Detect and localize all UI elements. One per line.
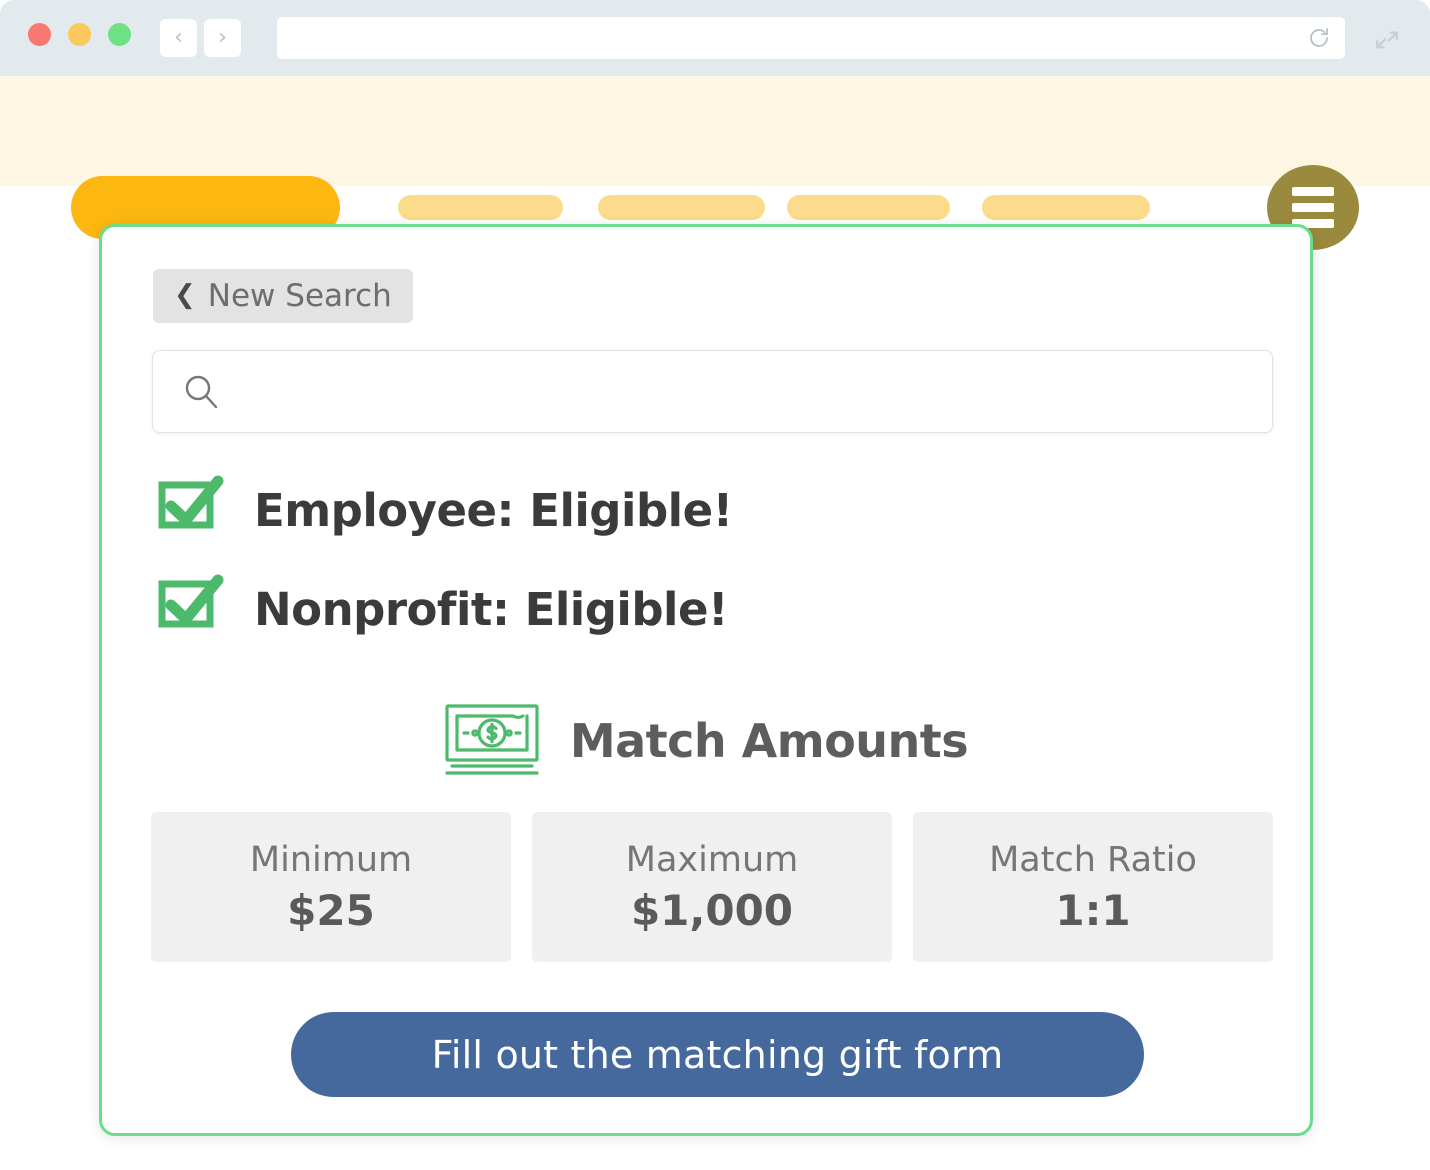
money-bill-icon — [445, 704, 539, 775]
browser-chrome: ‹ › — [0, 0, 1430, 76]
forward-button[interactable]: › — [204, 19, 241, 57]
match-amounts-stats: Minimum $25 Maximum $1,000 Match Ratio 1… — [151, 812, 1273, 962]
stat-value: $1,000 — [630, 885, 794, 935]
nav-item-1-placeholder[interactable] — [398, 195, 563, 220]
close-window-button[interactable] — [28, 23, 51, 46]
match-amounts-title: Match Amounts — [569, 714, 969, 768]
new-search-button[interactable]: ❮ New Search — [153, 269, 413, 323]
stat-box-maximum: Maximum $1,000 — [532, 812, 892, 962]
nonprofit-eligibility-row: Nonprofit: Eligible! — [154, 574, 729, 644]
back-button[interactable]: ‹ — [160, 19, 197, 57]
search-icon — [185, 375, 218, 408]
stat-label: Minimum — [249, 839, 413, 880]
expand-icon[interactable] — [1370, 25, 1404, 55]
checkbox-checked-icon — [158, 475, 224, 529]
stat-box-match-ratio: Match Ratio 1:1 — [913, 812, 1273, 962]
stat-value: $25 — [287, 885, 375, 935]
window-controls — [28, 23, 131, 46]
stat-value: 1:1 — [1055, 885, 1131, 935]
hamburger-icon-line — [1292, 203, 1334, 212]
stat-box-minimum: Minimum $25 — [151, 812, 511, 962]
site-navigation-bar — [0, 76, 1430, 250]
hamburger-icon-line — [1292, 187, 1334, 196]
stat-label: Match Ratio — [989, 839, 1197, 880]
new-search-label: New Search — [207, 278, 392, 314]
matching-gift-result-card: ❮ New Search Employee: Eligible! Nonprof… — [99, 224, 1313, 1136]
nav-item-3-placeholder[interactable] — [787, 195, 950, 220]
nav-item-2-placeholder[interactable] — [598, 195, 765, 220]
employee-eligibility-row: Employee: Eligible! — [154, 475, 733, 545]
minimize-window-button[interactable] — [68, 23, 91, 46]
stat-label: Maximum — [625, 839, 799, 880]
employee-eligibility-label: Employee: Eligible! — [254, 483, 733, 537]
browser-nav-buttons: ‹ › — [160, 19, 241, 57]
chevron-left-icon: ❮ — [174, 280, 196, 310]
url-bar[interactable] — [277, 17, 1345, 59]
nav-item-4-placeholder[interactable] — [982, 195, 1150, 220]
company-search-input[interactable] — [237, 351, 1257, 432]
fill-matching-gift-form-button[interactable]: Fill out the matching gift form — [291, 1012, 1144, 1097]
nonprofit-eligibility-label: Nonprofit: Eligible! — [254, 582, 729, 636]
chevron-left-icon: ‹ — [174, 25, 183, 50]
company-search-box[interactable] — [152, 350, 1273, 433]
checkbox-checked-icon — [158, 574, 224, 628]
chevron-right-icon: › — [218, 25, 227, 50]
reload-icon[interactable] — [1307, 26, 1331, 50]
maximize-window-button[interactable] — [108, 23, 131, 46]
match-amounts-heading-row: Match Amounts — [102, 703, 1310, 779]
